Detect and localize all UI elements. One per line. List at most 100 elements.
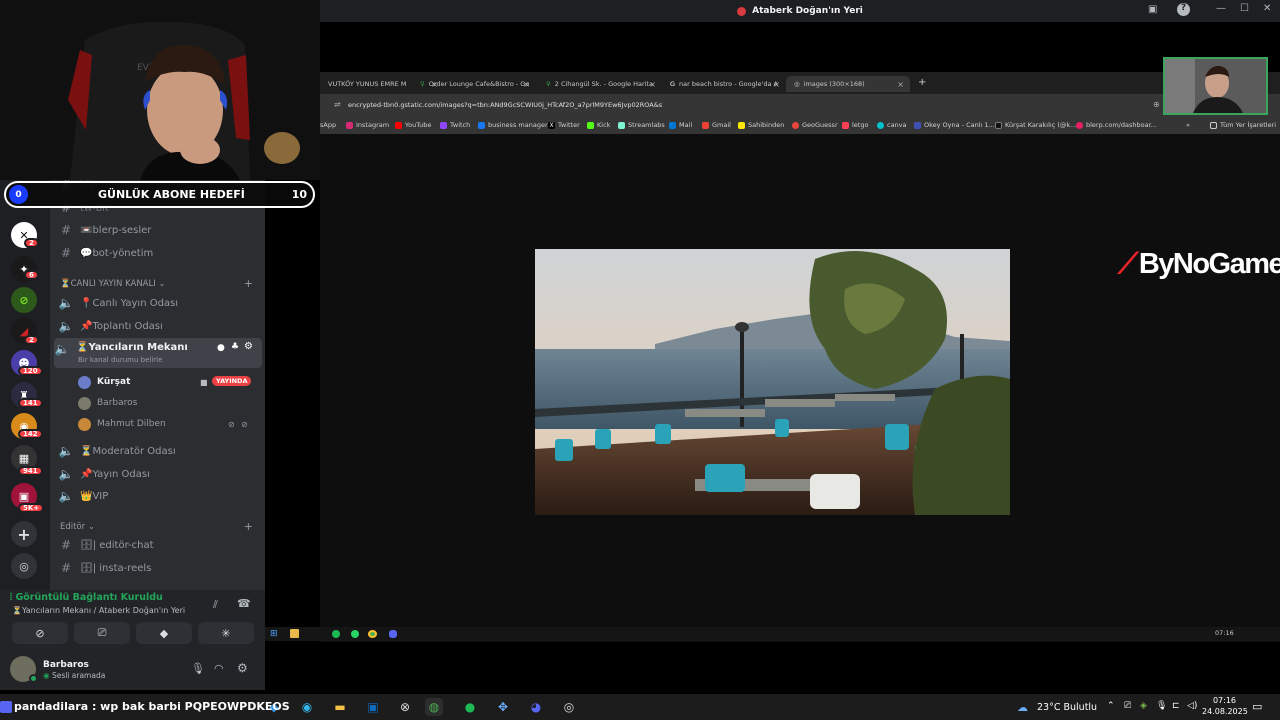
clock-time[interactable]: 07:16	[1210, 696, 1236, 705]
browser-tab-active[interactable]: ◎ images (300×168) ×	[786, 76, 910, 92]
bookmark[interactable]: Twitch	[440, 121, 470, 129]
bookmark[interactable]: sApp	[320, 121, 336, 129]
close-tab-icon[interactable]: ×	[523, 80, 530, 89]
help-icon[interactable]: ?	[1177, 3, 1190, 16]
close-tab-icon[interactable]: ×	[773, 80, 780, 89]
add-server-icon[interactable]: +	[11, 521, 37, 547]
close-tab-icon[interactable]: ×	[897, 80, 904, 89]
voice-channel[interactable]: 🔈 📍Canlı Yayın Odası	[58, 293, 258, 313]
inbox-icon[interactable]: ▣	[1148, 4, 1157, 15]
voice-channel[interactable]: 🔈 📌Yayın Odası	[58, 464, 258, 484]
disconnect-icon[interactable]: ☎	[237, 597, 251, 610]
user-status-text: Sesli aramada	[51, 671, 106, 680]
category-header[interactable]: Editör ⌄	[60, 522, 95, 532]
file-explorer-icon[interactable]: ▬	[331, 698, 349, 716]
voice-member[interactable]: Barbaros	[78, 394, 137, 412]
maximize-button[interactable]: ☐	[1240, 3, 1249, 14]
microphone-icon[interactable]: 🎙	[191, 662, 205, 675]
tab-title: Order Lounge Cafe&Bistro - Go	[428, 80, 530, 88]
nvidia-icon[interactable]: ◈	[1140, 701, 1147, 711]
bookmark[interactable]: Kürşat Karakılıç (@k...	[995, 121, 1076, 129]
connection-location[interactable]: ⏳Yancıların Mekanı / Ataberk Doğan'ın Ye…	[12, 606, 185, 615]
bookmark[interactable]: Mail	[669, 121, 692, 129]
edge-icon[interactable]: ◉	[298, 698, 316, 716]
text-channel[interactable]: # 📼 blerp-sesler	[58, 220, 258, 240]
voice-channel[interactable]: 🔈 ⏳Moderatör Odası	[58, 441, 258, 461]
close-tab-icon[interactable]: ×	[649, 80, 656, 89]
server-icon[interactable]: ⊘	[11, 287, 37, 313]
close-button[interactable]: ✕	[1263, 3, 1271, 14]
sponsor-logo: ⟋ByNoGame	[1118, 248, 1280, 281]
site-info-icon[interactable]: ⇌	[334, 100, 341, 109]
add-member-icon[interactable]: ♣	[231, 342, 239, 352]
text-channel[interactable]: # 🗄 | editör-chat	[58, 535, 258, 555]
network-icon[interactable]: ⊏	[1172, 701, 1180, 711]
bookmark[interactable]: Instagram	[346, 121, 389, 129]
notification-icon[interactable]: ▭	[1252, 700, 1262, 713]
bookmark[interactable]: letgo	[842, 121, 868, 129]
voice-channel-active[interactable]: 🔈 ⏳Yancıların Mekanı ● ♣ ⚙ Bir kanal dur…	[54, 338, 262, 368]
soundboard-button[interactable]: ✳	[198, 622, 254, 644]
volume-icon[interactable]: ◁)	[1187, 701, 1197, 711]
bookmark[interactable]: blerp.com/dashboar...	[1076, 121, 1157, 129]
new-tab-button[interactable]: +	[918, 77, 926, 88]
voice-member[interactable]: Mahmut Dilben ⊘ ⊘	[78, 415, 248, 433]
discord-title-bar: Ataberk Doğan'ın Yeri	[320, 0, 1280, 22]
tray-icon[interactable]: ⎚	[1124, 701, 1131, 711]
camera-toggle-button[interactable]: ⊘	[12, 622, 68, 644]
bookmark[interactable]: Sahibinden	[738, 121, 784, 129]
headphones-icon[interactable]: ◠	[214, 662, 224, 675]
minimize-button[interactable]: —	[1216, 3, 1226, 14]
clock-date[interactable]: 24.08.2025	[1202, 707, 1248, 716]
bookmark[interactable]: Kick	[587, 121, 610, 129]
voice-channel[interactable]: 🔈 📌Toplantı Odası	[58, 316, 258, 336]
bookmark[interactable]: Gmail	[702, 121, 731, 129]
spotify-icon[interactable]: ●	[461, 698, 479, 716]
all-bookmarks[interactable]: Tüm Yer İşaretleri	[1210, 121, 1276, 129]
url-field[interactable]: encrypted-tbn0.gstatic.com/images?q=tbn:…	[348, 101, 662, 109]
tray-overflow-icon[interactable]: ⌃	[1107, 701, 1115, 711]
bookmark[interactable]: X Twitter	[548, 121, 580, 129]
app-icon[interactable]: ✥	[494, 698, 512, 716]
connection-status: ⦙ Görüntülü Bağlantı Kuruldu	[10, 592, 163, 603]
window-title: Ataberk Doğan'ın Yeri	[752, 6, 863, 16]
noise-suppression-icon[interactable]: ⫽	[213, 598, 218, 612]
bookmark-label: Twitch	[450, 121, 471, 129]
bookmark[interactable]: Streamlabs	[618, 121, 665, 129]
channel-status[interactable]: Bir kanal durumu belirle	[78, 356, 162, 364]
chrome-icon[interactable]: ◍	[425, 698, 443, 716]
xbox-icon[interactable]: ⊗	[396, 698, 414, 716]
voice-member[interactable]: Kürşat ■ YAYINDA	[78, 373, 252, 391]
windows-start-icon: ⊞	[270, 629, 278, 639]
user-settings-gear-icon[interactable]: ⚙	[237, 661, 248, 675]
add-channel-button[interactable]: +	[244, 277, 253, 290]
text-channel[interactable]: # 🗄 | insta-reels	[58, 558, 258, 578]
microphone-tray-icon[interactable]: 🎙	[1156, 701, 1167, 711]
browser-tab[interactable]: Gnar beach bistro - Google'da A ×	[662, 76, 786, 92]
bookmark[interactable]: GeoGuessr	[792, 121, 838, 129]
subscriber-goal-bar: 0 GÜNLÜK ABONE HEDEFİ 10	[4, 181, 315, 208]
bookmark[interactable]: canva	[877, 121, 907, 129]
more-bookmarks-icon[interactable]: »	[1186, 121, 1190, 129]
bookmark[interactable]: Okey Oyna - Canlı 1...	[914, 121, 995, 129]
browser-tab[interactable]: ⚲ 2 Cihangül Sk. - Google Harita ×	[538, 76, 662, 92]
zoom-icon[interactable]: ⊕	[1153, 100, 1160, 109]
displayed-image	[535, 249, 1010, 515]
bookmark[interactable]: business manager	[478, 121, 548, 129]
voice-connection-panel: ⦙ Görüntülü Bağlantı Kuruldu ⏳Yancıların…	[0, 590, 265, 690]
discover-icon[interactable]: ◎	[11, 553, 37, 579]
obs-icon[interactable]: ◎	[560, 698, 578, 716]
browser-tab[interactable]: ⚲ Order Lounge Cafe&Bistro - Go ×	[412, 76, 536, 92]
chat-icon[interactable]: ●	[217, 343, 225, 353]
activities-button[interactable]: ◆	[136, 622, 192, 644]
text-channel[interactable]: # 💬 bot-yönetim	[58, 243, 258, 263]
category-header[interactable]: ⏳CANLI YAYIN KANALI ⌄	[60, 279, 166, 289]
voice-channel[interactable]: 🔈 👑VIP	[58, 486, 258, 506]
add-channel-button[interactable]: +	[244, 520, 253, 533]
outlook-icon[interactable]: ▣	[364, 698, 382, 716]
weather-text[interactable]: 23°C Bulutlu	[1037, 702, 1097, 713]
settings-gear-icon[interactable]: ⚙	[244, 341, 253, 352]
bookmark[interactable]: YouTube	[395, 121, 431, 129]
screen-share-button[interactable]: ⎚	[74, 622, 130, 644]
discord-icon[interactable]: ◕	[527, 698, 545, 716]
